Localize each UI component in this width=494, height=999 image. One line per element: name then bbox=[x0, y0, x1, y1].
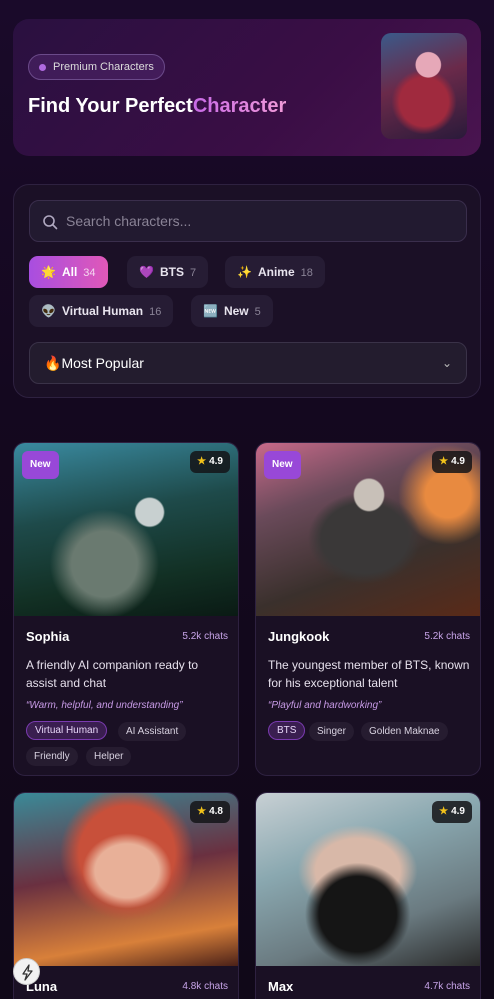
search-icon bbox=[43, 215, 58, 230]
chat-count: 4.8k chats bbox=[182, 981, 228, 992]
filter-count: 5 bbox=[254, 306, 261, 318]
tag[interactable]: Virtual Human bbox=[26, 721, 108, 740]
character-description: A friendly AI companion ready to assist … bbox=[26, 658, 199, 690]
character-name: Jungkook bbox=[268, 629, 330, 644]
tag[interactable]: BTS bbox=[268, 721, 306, 740]
rating-value: 4.9 bbox=[209, 456, 223, 467]
chat-count: 5.2k chats bbox=[182, 631, 228, 642]
rating-value: 4.9 bbox=[451, 456, 465, 467]
tag[interactable]: Singer bbox=[309, 722, 354, 741]
filter-label: BTS bbox=[159, 265, 184, 279]
filter-label: New bbox=[223, 304, 249, 318]
tag[interactable]: AI Assistant bbox=[118, 722, 187, 741]
rating-badge: ★ 4.9 bbox=[432, 451, 472, 473]
premium-badge: Premium Characters bbox=[28, 54, 165, 80]
character-quote: “Warm, helpful, and understanding” bbox=[26, 700, 183, 711]
tag[interactable]: Helper bbox=[86, 747, 132, 766]
rating-badge: ★ 4.8 bbox=[190, 801, 230, 823]
lightning-button[interactable] bbox=[13, 958, 40, 985]
character-name: Sophia bbox=[26, 629, 70, 644]
title-prefix: Find Your Perfect bbox=[28, 95, 193, 117]
new-badge: New bbox=[22, 451, 59, 479]
star-icon: ★ bbox=[439, 456, 449, 467]
star-icon: ★ bbox=[439, 806, 449, 817]
star-icon: ★ bbox=[197, 456, 207, 467]
filter-chip-bts[interactable]: 💜 BTS 7 bbox=[127, 256, 209, 288]
hero-banner: Premium Characters Find Your PerfectChar… bbox=[13, 19, 481, 156]
filter-count: 18 bbox=[300, 267, 313, 279]
filter-count: 7 bbox=[189, 267, 197, 279]
character-name: Max bbox=[268, 979, 294, 994]
sort-dropdown[interactable]: 🔥Most Popular ⌄ bbox=[29, 342, 467, 384]
character-card-sophia[interactable]: New ★ 4.9 Sophia 5.2k chats A friendly AI… bbox=[13, 442, 239, 776]
filter-count: 34 bbox=[83, 267, 96, 279]
title-accent: Character bbox=[192, 95, 287, 117]
tag[interactable]: Friendly bbox=[26, 747, 78, 766]
rating-badge: ★ 4.9 bbox=[190, 451, 230, 473]
filter-label: Anime bbox=[257, 265, 295, 279]
filter-panel: 🌟 All 34 💜 BTS 7 ✨ Anime 18 👽 Virtual Human 16 🆕… bbox=[13, 184, 481, 398]
new-badge: New bbox=[264, 451, 301, 479]
filter-chip-new[interactable]: 🆕 New 5 bbox=[191, 295, 273, 327]
filter-chip-virtual-human[interactable]: 👽 Virtual Human 16 bbox=[29, 295, 174, 327]
character-quote: “Playful and hardworking” bbox=[268, 700, 382, 711]
character-card-max[interactable]: ★ 4.9 Max 4.7k chats bbox=[255, 792, 481, 999]
filter-count: 16 bbox=[149, 306, 162, 318]
filter-chip-anime[interactable]: ✨ Anime 18 bbox=[225, 256, 325, 288]
hero-character-image bbox=[381, 33, 467, 139]
badge-dot-icon bbox=[39, 64, 46, 71]
character-card-luna[interactable]: ★ 4.8 Luna 4.8k chats bbox=[13, 792, 239, 999]
filter-label: Virtual Human bbox=[61, 304, 144, 318]
search-input[interactable] bbox=[66, 201, 456, 241]
page-title: Find Your PerfectCharacter bbox=[28, 95, 286, 118]
star-icon: ★ bbox=[197, 806, 207, 817]
fire-icon: 🔥 bbox=[44, 355, 62, 371]
filter-label: All bbox=[61, 265, 78, 279]
star-icon: 🌟 bbox=[41, 265, 56, 279]
sort-label: Most Popular bbox=[61, 355, 144, 371]
lightning-icon bbox=[22, 964, 33, 981]
rating-value: 4.8 bbox=[209, 806, 223, 817]
sparkles-icon: ✨ bbox=[237, 265, 252, 279]
heart-icon: 💜 bbox=[139, 265, 154, 279]
chat-count: 5.2k chats bbox=[424, 631, 470, 642]
character-card-jungkook[interactable]: New ★ 4.9 Jungkook 5.2k chats The younges… bbox=[255, 442, 481, 776]
new-icon: 🆕 bbox=[203, 304, 218, 318]
chat-count: 4.7k chats bbox=[424, 981, 470, 992]
filter-chip-all[interactable]: 🌟 All 34 bbox=[29, 256, 108, 288]
rating-value: 4.9 bbox=[451, 806, 465, 817]
search-box[interactable] bbox=[29, 200, 467, 242]
alien-icon: 👽 bbox=[41, 304, 56, 318]
tag[interactable]: Golden Maknae bbox=[361, 722, 448, 741]
rating-badge: ★ 4.9 bbox=[432, 801, 472, 823]
character-description: The youngest member of BTS, known for hi… bbox=[268, 658, 470, 690]
chevron-down-icon: ⌄ bbox=[441, 356, 452, 370]
premium-badge-label: Premium Characters bbox=[53, 61, 154, 73]
